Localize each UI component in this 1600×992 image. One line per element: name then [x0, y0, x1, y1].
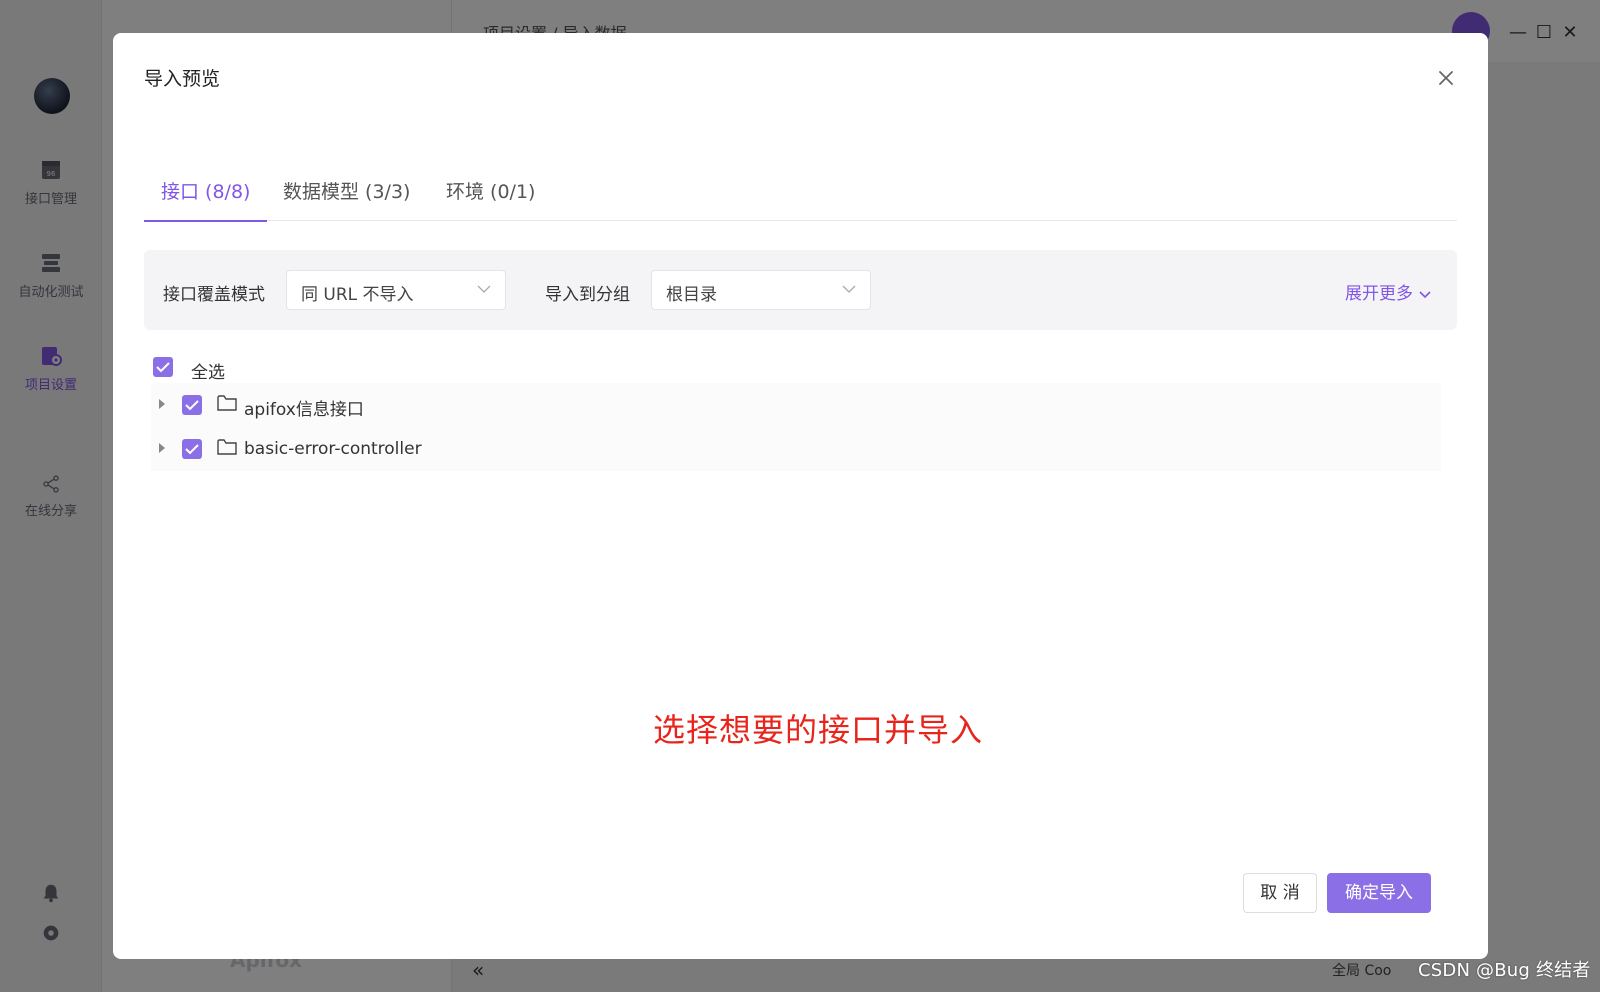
folder-icon — [217, 395, 237, 411]
dialog-title: 导入预览 — [144, 68, 221, 90]
expand-more-button[interactable]: 展开更多 — [1345, 279, 1431, 304]
select-all-checkbox[interactable] — [153, 357, 173, 377]
close-icon[interactable] — [1431, 63, 1461, 93]
override-mode-value: 同 URL 不导入 — [301, 285, 414, 305]
watermark-text: CSDN @Bug 终结者 — [1418, 960, 1591, 981]
folder-icon — [217, 439, 237, 455]
chevron-down-icon — [842, 285, 856, 293]
import-group-value: 根目录 — [666, 285, 717, 305]
annotation-text: 选择想要的接口并导入 — [653, 711, 984, 749]
chevron-down-icon — [1419, 290, 1431, 298]
select-all-label: 全选 — [191, 363, 225, 383]
chevron-down-icon — [477, 285, 491, 293]
import-group-label: 导入到分组 — [545, 285, 630, 305]
tab-bar: 接口 (8/8) 数据模型 (3/3) 环境 (0/1) — [143, 137, 1457, 222]
cancel-button[interactable]: 取 消 — [1243, 873, 1317, 913]
tab-interfaces[interactable]: 接口 (8/8) — [143, 137, 268, 222]
expand-caret-icon[interactable] — [159, 399, 165, 409]
folder-label: basic-error-controller — [244, 439, 422, 459]
override-mode-select[interactable]: 同 URL 不导入 — [286, 270, 506, 310]
override-mode-label: 接口覆盖模式 — [163, 285, 265, 305]
tab-data-models[interactable]: 数据模型 (3/3) — [283, 137, 410, 221]
check-icon — [185, 400, 199, 411]
folder-label: apifox信息接口 — [244, 400, 364, 420]
check-icon — [156, 362, 170, 373]
tab-environments[interactable]: 环境 (0/1) — [446, 137, 535, 221]
tree-row[interactable]: apifox信息接口 — [151, 383, 1441, 427]
expand-caret-icon[interactable] — [159, 443, 165, 453]
import-group-select[interactable]: 根目录 — [651, 270, 871, 310]
import-preview-dialog: 导入预览 接口 (8/8) 数据模型 (3/3) 环境 (0/1) 接口覆盖模式… — [113, 33, 1488, 959]
tree-row[interactable]: basic-error-controller — [151, 427, 1441, 471]
row-checkbox[interactable] — [182, 439, 202, 459]
check-icon — [185, 444, 199, 455]
expand-more-label: 展开更多 — [1345, 284, 1413, 304]
filter-bar: 接口覆盖模式 同 URL 不导入 导入到分组 根目录 展开更多 — [144, 250, 1457, 330]
confirm-import-button[interactable]: 确定导入 — [1327, 873, 1431, 913]
row-checkbox[interactable] — [182, 395, 202, 415]
